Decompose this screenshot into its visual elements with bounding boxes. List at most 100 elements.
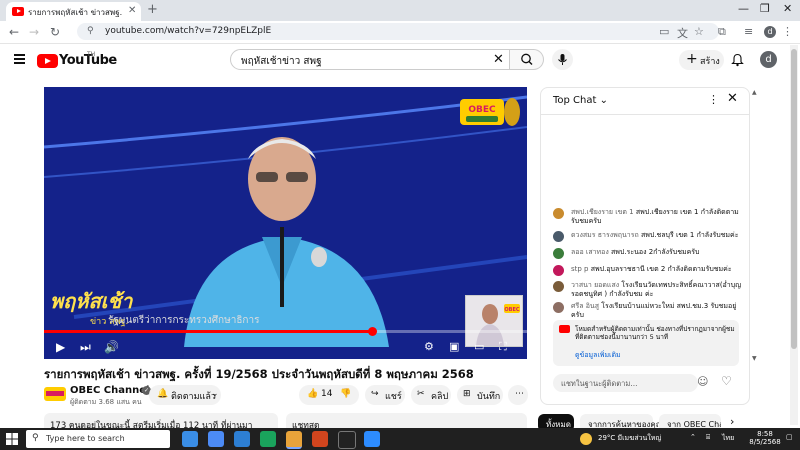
learn-more-link[interactable]: ดูข้อมูลเพิ่มเติม bbox=[575, 350, 621, 361]
back-icon[interactable]: ← bbox=[9, 25, 19, 39]
zoom-app-icon[interactable] bbox=[234, 431, 250, 447]
share-label: แชร์ bbox=[385, 392, 402, 402]
url-text: youtube.com/watch?v=729npELZplE bbox=[105, 26, 272, 36]
play-icon[interactable]: ▶ bbox=[56, 340, 65, 354]
chat-close-icon[interactable]: ✕ bbox=[727, 91, 738, 106]
progress-bar[interactable] bbox=[44, 327, 527, 336]
notification-center-icon[interactable]: ▢ bbox=[786, 433, 793, 441]
language-indicator[interactable]: ไทย bbox=[722, 433, 734, 444]
channel-logo-icon[interactable] bbox=[44, 385, 66, 403]
powerpoint-app-icon[interactable] bbox=[312, 431, 328, 447]
chat-more-icon[interactable]: ⋮ bbox=[708, 93, 719, 106]
browser-tab-strip: รายการพฤหัสเช้า ข่าวสพฐ. ครั้งที่ 19 ✕ +… bbox=[0, 0, 800, 21]
window-close-icon[interactable]: ✕ bbox=[783, 2, 792, 15]
search-button[interactable] bbox=[510, 49, 544, 70]
address-bar[interactable]: ⚲ youtube.com/watch?v=729npELZplE bbox=[77, 23, 719, 40]
lower-third-caption: รัฐมนตรีว่าการกระทรวงศึกษาธิการ bbox=[108, 315, 260, 326]
forward-icon[interactable]: → bbox=[29, 25, 39, 39]
search-icon bbox=[521, 53, 533, 65]
dislike-icon[interactable]: 👎 bbox=[340, 389, 351, 399]
save-button[interactable]: ⊞ บันทึก bbox=[457, 385, 503, 405]
progress-scrubber[interactable] bbox=[367, 327, 377, 336]
reload-icon[interactable]: ↻ bbox=[50, 25, 60, 39]
voice-search-button[interactable] bbox=[552, 49, 573, 70]
heart-icon[interactable]: ♡ bbox=[721, 374, 732, 388]
chat-author[interactable]: วาสนา ยอดแสง bbox=[571, 281, 619, 289]
notifications-bell-icon[interactable] bbox=[731, 53, 744, 67]
tab-close-icon[interactable]: ✕ bbox=[128, 5, 136, 16]
youtube-logo-icon[interactable] bbox=[37, 54, 58, 68]
edge-app-icon[interactable] bbox=[260, 431, 276, 447]
new-tab-icon[interactable]: + bbox=[147, 2, 158, 17]
clip-button[interactable]: ✂ คลิป bbox=[411, 385, 451, 405]
bookmark-star-icon[interactable]: ☆ bbox=[694, 25, 704, 38]
clear-search-icon[interactable]: ✕ bbox=[493, 52, 504, 67]
capcut-app-icon[interactable] bbox=[338, 431, 356, 449]
share-icon: ↪ bbox=[371, 389, 379, 399]
chat-author[interactable]: ศรีล อินสู bbox=[571, 302, 599, 310]
like-icon[interactable]: 👍 bbox=[307, 389, 318, 399]
plus-icon: + bbox=[686, 51, 698, 67]
weather-text[interactable]: 29°C มีเมฆส่วนใหญ่ bbox=[598, 433, 661, 444]
volume-icon[interactable]: 🔊 bbox=[104, 340, 119, 354]
site-info-icon[interactable]: ⚲ bbox=[87, 26, 94, 36]
weather-icon[interactable] bbox=[580, 433, 592, 445]
chat-author[interactable]: สพป.เชียงราย เขต 1 bbox=[571, 208, 634, 216]
channel-name[interactable]: OBEC Channel bbox=[70, 385, 149, 396]
miniplayer-icon[interactable]: ▣ bbox=[449, 340, 459, 353]
chat-avatar[interactable] bbox=[553, 208, 564, 219]
emoji-icon[interactable]: ☺ bbox=[697, 375, 708, 388]
chips-next-icon[interactable]: › bbox=[730, 415, 734, 428]
microphone-icon bbox=[558, 54, 567, 65]
browser-tab[interactable]: รายการพฤหัสเช้า ข่าวสพฐ. ครั้งที่ 19 ✕ bbox=[6, 2, 141, 21]
chat-avatar[interactable] bbox=[553, 265, 564, 276]
minimize-icon[interactable]: — bbox=[738, 2, 749, 15]
chat-avatar[interactable] bbox=[553, 281, 564, 292]
chat-scrollbar[interactable]: ▲ ▼ bbox=[752, 87, 758, 365]
translate-icon[interactable]: 文 bbox=[677, 25, 688, 41]
fullscreen-icon[interactable]: ⛶ bbox=[499, 340, 507, 354]
next-icon[interactable]: ⏭ bbox=[80, 340, 91, 355]
chrome-app-icon[interactable] bbox=[286, 431, 302, 449]
zoom-meeting-app-icon[interactable] bbox=[364, 431, 380, 447]
chat-input[interactable]: แชทในฐานะผู้ติดตาม... bbox=[553, 374, 698, 392]
chat-avatar[interactable] bbox=[553, 302, 564, 313]
theater-mode-icon[interactable]: ▭ bbox=[474, 340, 484, 353]
taskview-app-icon[interactable] bbox=[182, 431, 198, 447]
windows-start-icon[interactable] bbox=[6, 433, 18, 445]
reading-list-icon[interactable]: ≡ bbox=[744, 25, 753, 38]
chat-avatar[interactable] bbox=[553, 248, 564, 259]
chat-avatar[interactable] bbox=[553, 231, 564, 242]
search-input[interactable]: พฤหัสเช้าข่าว สพฐ bbox=[241, 54, 322, 69]
subscriber-count: ผู้ติดตาม 3.68 แสน คน bbox=[70, 398, 142, 406]
teams-app-icon[interactable] bbox=[208, 431, 224, 447]
chevron-down-icon: ⌄ bbox=[599, 95, 609, 106]
more-horizontal-icon: ⋯ bbox=[515, 389, 524, 399]
chat-mode-selector[interactable]: Top Chat ⌄ bbox=[553, 95, 608, 106]
menu-hamburger-icon[interactable] bbox=[14, 54, 25, 66]
browser-profile-avatar[interactable]: d bbox=[764, 26, 776, 38]
cast-icon[interactable]: ▭ bbox=[659, 25, 669, 38]
share-button[interactable]: ↪ แชร์ bbox=[365, 385, 405, 405]
clock[interactable]: 8:58 8/5/2568 bbox=[748, 430, 782, 446]
tray-chevron-icon[interactable]: ⌃ bbox=[690, 433, 696, 441]
youtube-favicon-icon bbox=[12, 7, 24, 16]
more-actions-button[interactable]: ⋯ bbox=[508, 385, 528, 405]
taskbar-search[interactable]: ⚲ Type here to search bbox=[26, 430, 170, 448]
browser-menu-icon[interactable]: ⋮ bbox=[782, 25, 793, 38]
subscribed-button[interactable]: 🔔 ติดตามแล้ว ⌄ bbox=[149, 385, 221, 405]
video-player[interactable]: OBEC พฤหัสเช้า ข่าว สพฐ. OBEC รัฐมนตรีว่… bbox=[44, 87, 527, 359]
search-box[interactable]: พฤหัสเช้าข่าว สพฐ ✕ bbox=[230, 49, 510, 70]
chat-author[interactable]: ดวงสมร ธารงพฤนารถ bbox=[571, 231, 639, 239]
chat-author[interactable]: ลออ เสาทอง bbox=[571, 248, 609, 256]
extensions-icon[interactable]: ⧉ bbox=[718, 25, 726, 39]
create-label: สร้าง bbox=[700, 57, 720, 67]
chat-text: สพป.ชลบุรี เขต 1 กำลังรับชมค่ะ bbox=[640, 231, 739, 239]
account-avatar[interactable]: d bbox=[760, 51, 777, 68]
maximize-icon[interactable]: ❐ bbox=[760, 2, 770, 15]
page-scrollbar[interactable] bbox=[790, 45, 798, 425]
create-button[interactable]: + สร้าง bbox=[679, 50, 724, 70]
network-icon[interactable]: ⌸ bbox=[706, 433, 710, 442]
settings-gear-icon[interactable]: ⚙ bbox=[424, 340, 434, 353]
chat-author[interactable]: stp p bbox=[571, 265, 589, 273]
